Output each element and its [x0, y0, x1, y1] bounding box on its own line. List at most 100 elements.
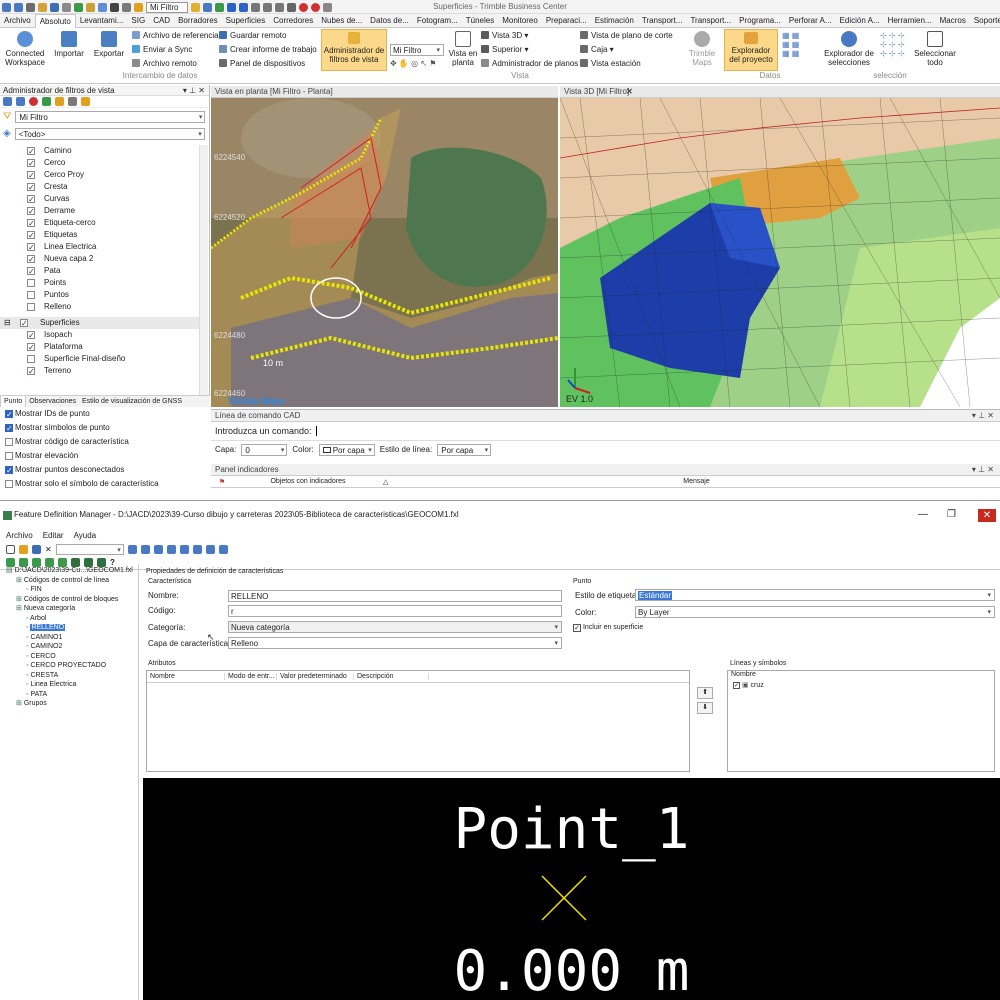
point-option[interactable]: Mostrar código de característica — [0, 435, 210, 449]
layer-item[interactable]: Pata — [0, 265, 208, 277]
tab-datos[interactable]: Datos de... — [366, 14, 413, 28]
tab-fotogrametria[interactable]: Fotogram... — [413, 14, 462, 28]
layer-item[interactable]: Relleno — [0, 301, 208, 313]
layer-checkbox[interactable] — [27, 171, 35, 179]
layer-checkbox[interactable] — [27, 195, 35, 203]
close-red-icon[interactable] — [311, 2, 320, 12]
tab-transporte-2[interactable]: Transport... — [686, 14, 735, 28]
tab-programa[interactable]: Programa... — [735, 14, 785, 28]
capa-select[interactable]: 0 ▾ — [241, 443, 288, 456]
new-icon[interactable] — [26, 2, 35, 12]
selection-tools-row[interactable]: ⊹ ⊹ ⊹ ⊹ ⊹ ⊹ ⊹ ⊹ ⊹ — [880, 31, 905, 58]
import-icon[interactable] — [74, 2, 83, 12]
fdm-tree-item[interactable]: ◦ Linea Electrica — [6, 680, 138, 690]
close-icon[interactable]: ✕ — [626, 86, 633, 98]
tab-soporte[interactable]: Soporte — [970, 14, 1000, 28]
layer-item[interactable]: Curvas — [0, 193, 208, 205]
col-valor[interactable]: Valor predeterminado — [277, 673, 354, 680]
tool-icon-6[interactable] — [192, 544, 202, 554]
col-objetos[interactable]: Objetos con indicadores — [233, 478, 383, 485]
quick-filter-combo[interactable]: Mi Filtro — [146, 1, 188, 13]
incluir-superficie-checkbox[interactable]: ✓ Incluir en superficie — [573, 624, 643, 632]
fdm-tree-item[interactable]: ◦ CAMINO2 — [6, 642, 138, 652]
zoom-icon[interactable] — [203, 2, 212, 12]
filter-select[interactable]: Mi Filtro ▾ — [15, 110, 206, 123]
layer-item[interactable]: Puntos — [0, 289, 208, 301]
categoria-select[interactable]: Nueva categoría ▾ — [228, 621, 562, 633]
panel-dispositivos-button[interactable]: Panel de dispositivos — [219, 59, 305, 68]
menu-archivo[interactable]: Archivo — [6, 531, 33, 540]
panel-controls[interactable]: ▾ ⊥ ✕ — [972, 464, 994, 476]
trimble-maps-button[interactable]: Trimble Maps — [684, 31, 720, 67]
explorador-selecciones-button[interactable]: Explorador de selecciones — [820, 31, 878, 67]
estilo-select[interactable]: Por capa ▾ — [437, 443, 492, 456]
layer-checkbox[interactable] — [27, 231, 35, 239]
scope-select[interactable]: <Todo> ▾ — [14, 127, 205, 140]
fdm-tree-item[interactable]: ◦ Arbol — [6, 614, 138, 624]
layer-item[interactable]: Points — [0, 277, 208, 289]
tree-scrollbar[interactable] — [199, 145, 208, 407]
move-down-button[interactable]: ⬇ — [697, 702, 713, 714]
plan-view-canvas[interactable]: 6224540 6224520 6224480 6224460 10 m Tri… — [211, 98, 558, 407]
surface-item[interactable]: Superficie Final-diseño — [0, 353, 208, 365]
record-icon[interactable] — [299, 2, 308, 12]
open-icon[interactable] — [38, 2, 47, 12]
select-icon[interactable] — [134, 2, 143, 12]
surface-item[interactable]: Isopach — [0, 329, 208, 341]
orbit-icon[interactable] — [227, 2, 236, 12]
fdm-tree-item[interactable]: ⊞ Grupos — [6, 699, 138, 709]
tool-icon-4[interactable] — [166, 544, 176, 554]
tab-preparacion[interactable]: Preparaci... — [542, 14, 591, 28]
layer-checkbox[interactable] — [27, 279, 35, 287]
archivo-referencia-button[interactable]: Archivo de referencia — [132, 31, 219, 40]
point-option[interactable]: Mostrar puntos desconectados — [0, 463, 210, 477]
tab-tuneles[interactable]: Túneles — [462, 14, 498, 28]
point-option[interactable]: Mostrar IDs de punto — [0, 407, 210, 421]
guardar-remoto-button[interactable]: Guardar remoto — [219, 31, 286, 40]
fdm-tree-item[interactable]: ◦ FIN — [6, 585, 138, 595]
seleccionar-todo-button[interactable]: Seleccionar todo — [910, 31, 960, 67]
vista-plano-corte-button[interactable]: Vista de plano de corte — [580, 31, 673, 40]
menu-ayuda[interactable]: Ayuda — [74, 531, 97, 540]
tab-superficies[interactable]: Superficies — [222, 14, 270, 28]
vista-3d-button[interactable]: Vista 3D ▾ — [481, 31, 528, 40]
move-up-button[interactable]: ⬆ — [697, 687, 713, 699]
delete-icon[interactable]: ✕ — [45, 545, 52, 554]
open-file-icon[interactable] — [19, 544, 28, 554]
option-checkbox[interactable] — [5, 480, 13, 488]
surface-checkbox[interactable] — [27, 343, 35, 351]
filter-check-icon[interactable] — [42, 97, 51, 106]
layer-checkbox[interactable] — [27, 159, 35, 167]
explorador-proyecto-button[interactable]: Explorador del proyecto — [724, 29, 778, 71]
surfaces-category[interactable]: ⊟Superficies — [0, 317, 208, 329]
point-option[interactable]: Mostrar elevación — [0, 449, 210, 463]
superior-button[interactable]: Superior ▾ — [481, 45, 529, 54]
maximize-icon[interactable]: ❐ — [947, 501, 956, 529]
filter-delete-icon[interactable] — [29, 97, 38, 106]
point-option[interactable]: Mostrar símbolos de punto — [0, 421, 210, 435]
filter-copy-icon[interactable] — [16, 97, 25, 106]
more-icon[interactable] — [323, 2, 332, 12]
exportar-button[interactable]: Exportar — [90, 31, 128, 58]
tab-punto[interactable]: Punto — [0, 395, 27, 408]
surface-item[interactable]: Terreno — [0, 365, 208, 377]
menu-editar[interactable]: Editar — [43, 531, 64, 540]
fdm-tree-item[interactable]: ◦ CAMINO1 — [6, 633, 138, 643]
save-icon[interactable] — [50, 2, 59, 12]
layer-item[interactable]: Cresta — [0, 181, 208, 193]
option-checkbox[interactable] — [5, 424, 13, 432]
color-select[interactable]: Por capa ▾ — [318, 443, 375, 456]
view-3d[interactable]: Vista 3D [Mi Filtro] ✕ EV 1.0 — [560, 86, 1000, 407]
fdm-tree-item[interactable]: ◦ RELLENO — [6, 623, 138, 633]
filter-new-icon[interactable] — [3, 97, 12, 106]
command-input[interactable] — [315, 426, 317, 436]
vista-planta-button[interactable]: Vista en planta — [447, 31, 479, 67]
view-3d-tab[interactable]: Vista 3D [Mi Filtro] ✕ — [560, 86, 1000, 98]
measure-icon[interactable] — [122, 2, 131, 12]
tool-icon-5[interactable] — [179, 544, 189, 554]
point-option[interactable]: Mostrar solo el símbolo de característic… — [0, 477, 210, 491]
lasso-icon[interactable] — [263, 2, 272, 12]
grid-icon[interactable] — [287, 2, 296, 12]
layer-checkbox[interactable] — [27, 291, 35, 299]
pin-icon[interactable]: ▾ ⊥ ✕ — [183, 85, 205, 96]
